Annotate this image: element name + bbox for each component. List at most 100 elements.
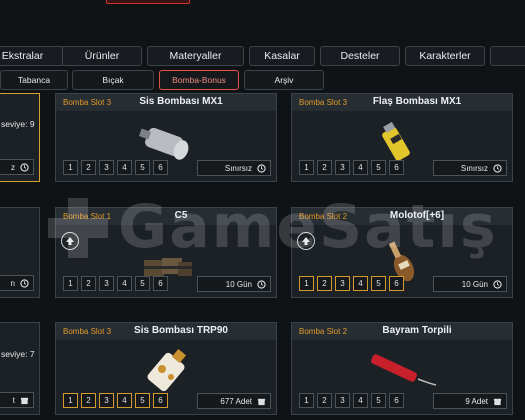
card-duration: 677 Adet <box>197 393 271 409</box>
level-box[interactable]: 1 <box>63 160 78 175</box>
top-action-button[interactable] <box>106 0 190 4</box>
tab-desteler[interactable]: Desteler <box>320 46 400 66</box>
partial-item-card[interactable]: seviye: 9 z <box>0 93 40 182</box>
subtab-tabanca[interactable]: Tabanca <box>0 70 68 90</box>
card-duration: t <box>0 392 34 408</box>
level-box[interactable]: 1 <box>299 276 314 291</box>
level-box[interactable]: 1 <box>299 160 314 175</box>
card-title: Molotof[+6] <box>389 210 445 221</box>
clock-icon <box>493 280 502 289</box>
tab-karakterler[interactable]: Karakterler <box>405 46 485 66</box>
card-level-note: seviye: 7 <box>1 349 35 359</box>
level-box[interactable]: 5 <box>135 276 150 291</box>
level-box[interactable]: 4 <box>117 160 132 175</box>
level-box[interactable]: 6 <box>153 160 168 175</box>
upgrade-arrow-icon[interactable] <box>297 232 315 250</box>
level-box[interactable]: 2 <box>317 393 332 408</box>
card-header: Bomba Slot 3 Sis Bombası MX1 <box>56 94 276 111</box>
subtab-bicak[interactable]: Bıçak <box>72 70 154 90</box>
level-box[interactable]: 4 <box>353 393 368 408</box>
level-box[interactable]: 2 <box>317 276 332 291</box>
partial-item-card[interactable]: n <box>0 207 40 298</box>
level-box[interactable]: 1 <box>63 276 78 291</box>
level-box[interactable]: 1 <box>299 393 314 408</box>
item-card[interactable]: Bomba Slot 2 Molotof[+6] 1 2 3 4 5 6 10 … <box>291 207 513 298</box>
tab-more[interactable] <box>490 46 525 66</box>
card-duration: 10 Gün <box>433 276 507 292</box>
level-box[interactable]: 2 <box>317 160 332 175</box>
card-header: Bomba Slot 3 Sis Bombası TRP90 <box>56 323 276 340</box>
card-header: Bomba Slot 2 Bayram Torpili <box>292 323 512 340</box>
level-box[interactable]: 5 <box>371 160 386 175</box>
level-box[interactable]: 1 <box>63 393 78 408</box>
level-box[interactable]: 6 <box>389 393 404 408</box>
level-box[interactable]: 5 <box>135 393 150 408</box>
clock-icon <box>493 164 502 173</box>
level-box[interactable]: 2 <box>81 393 96 408</box>
subcategory-nav: Tabanca Bıçak Bomba-Bonus Arşiv <box>0 70 525 90</box>
level-box[interactable]: 4 <box>117 393 132 408</box>
subtab-bomba-bonus[interactable]: Bomba-Bonus <box>159 70 239 90</box>
level-selector: 1 2 3 4 5 6 <box>299 393 404 408</box>
card-duration: n <box>0 275 34 291</box>
level-selector: 1 2 3 4 5 6 <box>63 276 168 291</box>
level-box[interactable]: 5 <box>371 276 386 291</box>
card-duration: 9 Adet <box>433 393 507 409</box>
card-title: Sis Bombası MX1 <box>139 96 223 107</box>
level-box[interactable]: 5 <box>135 160 150 175</box>
tab-materyaller[interactable]: Materyaller <box>147 46 244 66</box>
level-box[interactable]: 3 <box>335 276 350 291</box>
card-duration: 10 Gün <box>197 276 271 292</box>
gift-icon <box>257 398 266 406</box>
item-card[interactable]: Bomba Slot 1 C5 1 2 3 4 5 6 10 Gün <box>55 207 277 298</box>
level-box[interactable]: 3 <box>99 276 114 291</box>
level-selector: 1 2 3 4 5 6 <box>63 393 168 408</box>
level-box[interactable]: 5 <box>371 393 386 408</box>
item-card[interactable]: Bomba Slot 3 Sis Bombası TRP90 1 2 3 4 5… <box>55 322 277 415</box>
level-selector: 1 2 3 4 5 6 <box>63 160 168 175</box>
card-duration: Sınırsız <box>433 160 507 176</box>
card-duration: z <box>0 159 34 175</box>
level-box[interactable]: 6 <box>389 276 404 291</box>
tab-kasalar[interactable]: Kasalar <box>249 46 315 66</box>
subtab-arsiv[interactable]: Arşiv <box>244 70 324 90</box>
level-box[interactable]: 4 <box>353 276 368 291</box>
card-title: Bayram Torpili <box>382 325 452 336</box>
level-box[interactable]: 3 <box>335 393 350 408</box>
gift-icon <box>493 398 502 406</box>
level-box[interactable]: 3 <box>99 393 114 408</box>
trp90-smoke-grenade-image <box>147 348 187 392</box>
clock-icon <box>20 163 29 172</box>
card-title: C5 <box>174 210 188 221</box>
firecracker-image <box>371 354 437 386</box>
item-card[interactable]: Bomba Slot 3 Sis Bombası MX1 1 2 3 4 5 6… <box>55 93 277 182</box>
level-box[interactable]: 6 <box>153 393 168 408</box>
gift-icon <box>20 397 29 405</box>
card-level-note: seviye: 9 <box>1 119 35 129</box>
tab-ekstralar[interactable]: Ekstralar <box>0 46 65 66</box>
level-box[interactable]: 3 <box>335 160 350 175</box>
clock-icon <box>20 279 29 288</box>
tab-urunler[interactable]: Ürünler <box>62 46 142 66</box>
upgrade-arrow-icon[interactable] <box>61 232 79 250</box>
partial-item-card[interactable]: seviye: 7 t <box>0 322 40 415</box>
clock-icon <box>257 280 266 289</box>
smoke-grenade-image <box>138 127 189 160</box>
level-box[interactable]: 3 <box>99 160 114 175</box>
flash-grenade-image <box>382 122 410 161</box>
card-header: Bomba Slot 3 Flaş Bombası MX1 <box>292 94 512 111</box>
card-title: Flaş Bombası MX1 <box>372 96 462 107</box>
level-box[interactable]: 4 <box>117 276 132 291</box>
category-nav: Ekstralar Ürünler Materyaller Kasalar De… <box>0 46 525 66</box>
clock-icon <box>257 164 266 173</box>
level-box[interactable]: 4 <box>353 160 368 175</box>
item-card[interactable]: Bomba Slot 3 Flaş Bombası MX1 1 2 3 4 5 … <box>291 93 513 182</box>
level-box[interactable]: 6 <box>389 160 404 175</box>
card-header: Bomba Slot 1 C5 <box>56 208 276 225</box>
card-duration: Sınırsız <box>197 160 271 176</box>
level-box[interactable]: 6 <box>153 276 168 291</box>
level-box[interactable]: 2 <box>81 160 96 175</box>
card-header: Bomba Slot 2 Molotof[+6] <box>292 208 512 225</box>
item-card[interactable]: Bomba Slot 2 Bayram Torpili 1 2 3 4 5 6 … <box>291 322 513 415</box>
level-box[interactable]: 2 <box>81 276 96 291</box>
